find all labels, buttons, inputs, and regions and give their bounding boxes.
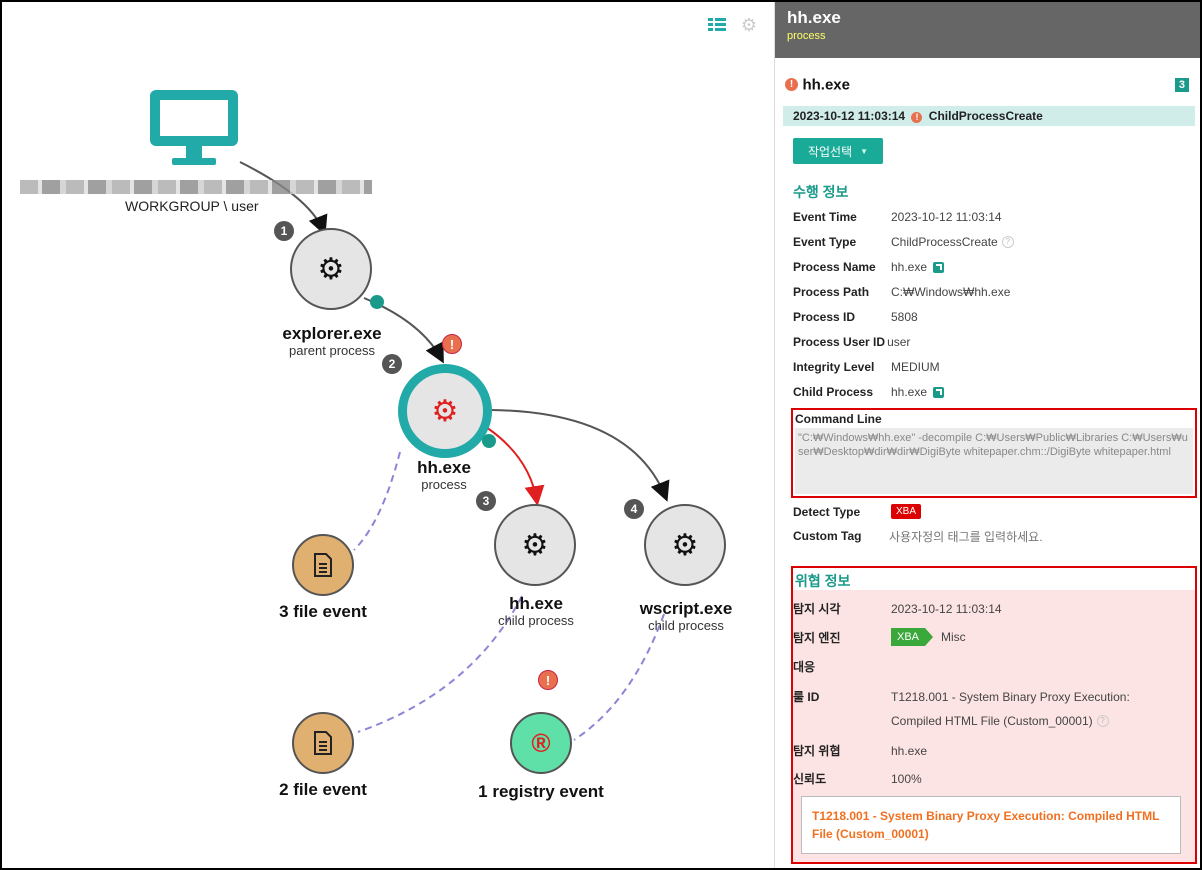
explorer-node[interactable]: ⚙ bbox=[290, 228, 372, 310]
threat-rule-id-cont: Compiled HTML File (Custom_00001)? bbox=[891, 714, 1109, 728]
explorer-name: explorer.exe bbox=[282, 324, 382, 343]
external-link-icon bbox=[933, 386, 945, 398]
registry-event-label: 1 registry event bbox=[478, 782, 604, 801]
field-process-id: Process ID 5808 bbox=[793, 310, 918, 324]
exec-info-title: 수행 정보 bbox=[793, 184, 849, 200]
file-event-3-label: 3 file event bbox=[279, 602, 367, 621]
detect-type-badge: XBA bbox=[891, 504, 922, 519]
registry-icon: ® bbox=[531, 727, 551, 758]
document-icon bbox=[314, 553, 332, 577]
threat-confidence: 신뢰도 100% bbox=[793, 771, 922, 787]
command-line-label: Command Line bbox=[795, 412, 882, 426]
explorer-sub: parent process bbox=[289, 343, 375, 358]
item-title: hh.exe bbox=[802, 76, 850, 94]
step-badge-3: 3 bbox=[476, 491, 496, 511]
external-link-icon bbox=[933, 261, 945, 273]
hh-status-dot bbox=[482, 434, 496, 448]
app-frame: ⚙ WORKGROUP \ user ⚙ explorer.exe parent… bbox=[0, 0, 1202, 870]
help-icon: ? bbox=[1001, 236, 1014, 248]
event-row-type: ChildProcessCreate bbox=[928, 109, 1043, 123]
threat-technique-text: T1218.001 - System Binary Proxy Executio… bbox=[812, 809, 1160, 841]
custom-tag-input[interactable] bbox=[887, 527, 1181, 547]
field-child-process[interactable]: Child Process hh.exe bbox=[793, 385, 945, 399]
threat-rule-id: 룰 ID T1218.001 - System Binary Proxy Exec… bbox=[793, 689, 1130, 705]
step-badge-2: 2 bbox=[382, 354, 402, 374]
threat-title-bar bbox=[793, 568, 1195, 590]
field-integrity-level: Integrity Level MEDIUM bbox=[793, 360, 940, 374]
list-view-button[interactable] bbox=[704, 12, 730, 38]
gears-icon: ⚙ bbox=[317, 252, 345, 286]
step-badge-1: 1 bbox=[274, 221, 294, 241]
command-line-value: "C:₩Windows₩hh.exe" -decompile C:₩Users₩… bbox=[795, 428, 1193, 494]
panel-subtitle: process bbox=[787, 30, 826, 42]
action-select-label: 작업선택 bbox=[807, 144, 853, 159]
threat-engine: 탐지 엔진 XBA Misc bbox=[793, 628, 966, 646]
monitor-icon bbox=[150, 90, 238, 165]
field-event-time: Event Time 2023-10-12 11:03:14 bbox=[793, 210, 1002, 224]
settings-button[interactable]: ⚙ bbox=[736, 12, 762, 38]
file-event-node-3[interactable] bbox=[292, 534, 354, 596]
caret-down-icon: ▼ bbox=[860, 146, 869, 156]
engine-badge: XBA bbox=[891, 628, 926, 646]
panel-title: hh.exe bbox=[787, 8, 841, 27]
threat-detected: 탐지 위협 hh.exe bbox=[793, 743, 928, 759]
alert-icon: ! bbox=[911, 112, 923, 123]
hh-child-sub: child process bbox=[498, 613, 574, 628]
threat-response: 대응 bbox=[793, 660, 816, 674]
graph-edges bbox=[239, 161, 670, 741]
event-row[interactable]: 2023-10-12 11:03:14 ! ChildProcessCreate bbox=[783, 106, 1195, 126]
process-graph[interactable]: ⚙ WORKGROUP \ user ⚙ explorer.exe parent… bbox=[2, 2, 774, 868]
gears-icon: ⚙ bbox=[521, 528, 549, 562]
alert-icon: ! bbox=[785, 78, 798, 92]
hh-child-node[interactable]: ⚙ bbox=[494, 504, 576, 586]
file-event-2-label: 2 file event bbox=[279, 780, 367, 799]
file-event-node-2[interactable] bbox=[292, 712, 354, 774]
list-icon bbox=[708, 18, 726, 31]
chevron-right-icon bbox=[925, 628, 934, 646]
wscript-name: wscript.exe bbox=[639, 599, 733, 618]
hh-name: hh.exe bbox=[417, 458, 471, 477]
alert-icon: ! bbox=[442, 334, 462, 354]
registry-event-node[interactable]: ® bbox=[510, 712, 572, 774]
field-custom-tag: Custom Tag bbox=[793, 529, 862, 543]
host-node[interactable] bbox=[148, 88, 240, 168]
command-line-box: Command Line "C:₩Windows₩hh.exe" -decomp… bbox=[791, 408, 1197, 498]
explorer-status-dot bbox=[370, 295, 384, 309]
threat-info-title: 위협 정보 bbox=[795, 573, 851, 589]
wscript-node[interactable]: ⚙ bbox=[644, 504, 726, 586]
edge-hh-wscript bbox=[491, 409, 670, 502]
gears-icon: ⚙ bbox=[671, 528, 699, 562]
field-process-user-id: Process User ID user bbox=[793, 335, 911, 349]
edge-hh-file3 bbox=[353, 451, 401, 551]
detail-panel: hh.exe process ! hh.exe 3 2023-10-12 11:… bbox=[774, 2, 1200, 868]
item-header: ! hh.exe 3 bbox=[785, 76, 1191, 98]
host-label: WORKGROUP \ user bbox=[125, 198, 259, 214]
field-process-path: Process Path C:₩Windows₩hh.exe bbox=[793, 285, 1011, 299]
hh-sub: process bbox=[421, 477, 467, 492]
alert-icon: ! bbox=[538, 670, 558, 690]
hh-child-name: hh.exe bbox=[509, 594, 563, 613]
host-name-redacted bbox=[20, 180, 372, 194]
threat-detect-time: 탐지 시각 2023-10-12 11:03:14 bbox=[793, 601, 1002, 617]
event-row-time: 2023-10-12 11:03:14 bbox=[793, 109, 906, 123]
action-select-button[interactable]: 작업선택 ▼ bbox=[793, 138, 883, 164]
field-process-name[interactable]: Process Name hh.exe bbox=[793, 260, 945, 274]
gear-icon: ⚙ bbox=[740, 14, 758, 35]
field-event-type: Event Type ChildProcessCreate? bbox=[793, 235, 1014, 249]
panel-header: hh.exe process bbox=[775, 2, 1200, 58]
gears-icon-alert: ⚙ bbox=[431, 394, 459, 428]
help-icon: ? bbox=[1096, 715, 1109, 727]
hh-node[interactable]: ⚙ bbox=[398, 364, 492, 458]
item-count-badge: 3 bbox=[1174, 78, 1189, 92]
step-badge-4: 4 bbox=[624, 499, 644, 519]
document-icon bbox=[314, 731, 332, 755]
field-detect-type: Detect Type XBA bbox=[793, 504, 922, 519]
wscript-sub: child process bbox=[648, 618, 724, 633]
threat-technique-box: T1218.001 - System Binary Proxy Executio… bbox=[801, 796, 1181, 854]
